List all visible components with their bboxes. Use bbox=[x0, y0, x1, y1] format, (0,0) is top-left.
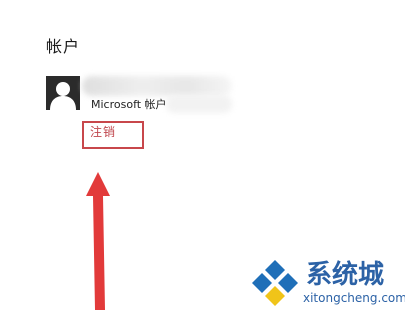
account-type-label: Microsoft 帐户 bbox=[91, 98, 167, 111]
watermark-brand: 系统城 bbox=[306, 260, 385, 290]
account-type-blurred bbox=[166, 95, 232, 113]
account-row: Microsoft 帐户 bbox=[46, 76, 246, 116]
account-settings-page: 帐户 Microsoft 帐户 注销 系统城 xitongcheng.com bbox=[0, 0, 405, 312]
signout-link[interactable]: 注销 bbox=[90, 124, 116, 140]
watermark: 系统城 xitongcheng.com bbox=[250, 258, 405, 310]
watermark-domain: xitongcheng.com bbox=[303, 291, 405, 305]
brand-logo-icon bbox=[252, 260, 298, 306]
account-name-blurred bbox=[82, 76, 232, 96]
user-avatar-icon bbox=[46, 76, 80, 110]
section-title: 帐户 bbox=[46, 37, 81, 56]
